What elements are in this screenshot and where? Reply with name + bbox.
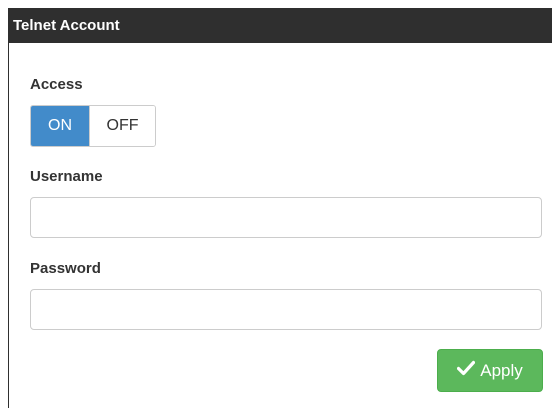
password-label: Password — [30, 260, 101, 277]
access-on-button[interactable]: ON — [31, 106, 89, 146]
panel-title: Telnet Account — [9, 8, 552, 43]
access-toggle: ON OFF — [30, 105, 156, 147]
username-input[interactable] — [30, 197, 542, 238]
check-icon — [457, 360, 476, 381]
apply-button[interactable]: Apply — [437, 349, 543, 392]
apply-label: Apply — [480, 360, 523, 380]
telnet-account-panel: Telnet Account Access ON OFF Username Pa… — [8, 8, 552, 408]
access-label: Access — [30, 76, 83, 93]
username-label: Username — [30, 168, 103, 185]
access-off-button[interactable]: OFF — [89, 106, 155, 146]
password-input[interactable] — [30, 289, 542, 330]
